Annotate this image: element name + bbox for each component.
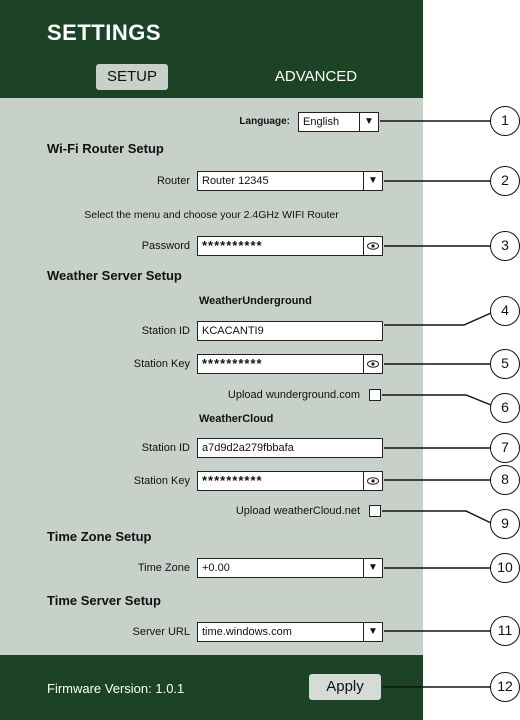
callout-5: 5: [490, 349, 520, 379]
callout-1: 1: [490, 106, 520, 136]
callout-9: 9: [490, 509, 520, 539]
callout-4: 4: [490, 296, 520, 326]
callout-8: 8: [490, 465, 520, 495]
callout-leader-lines: [380, 120, 492, 688]
callout-10: 10: [490, 553, 520, 583]
callout-6: 6: [490, 393, 520, 423]
callout-7: 7: [490, 433, 520, 463]
callout-11: 11: [490, 616, 520, 646]
callout-12: 12: [490, 672, 520, 702]
callout-3: 3: [490, 231, 520, 261]
callout-2: 2: [490, 166, 520, 196]
